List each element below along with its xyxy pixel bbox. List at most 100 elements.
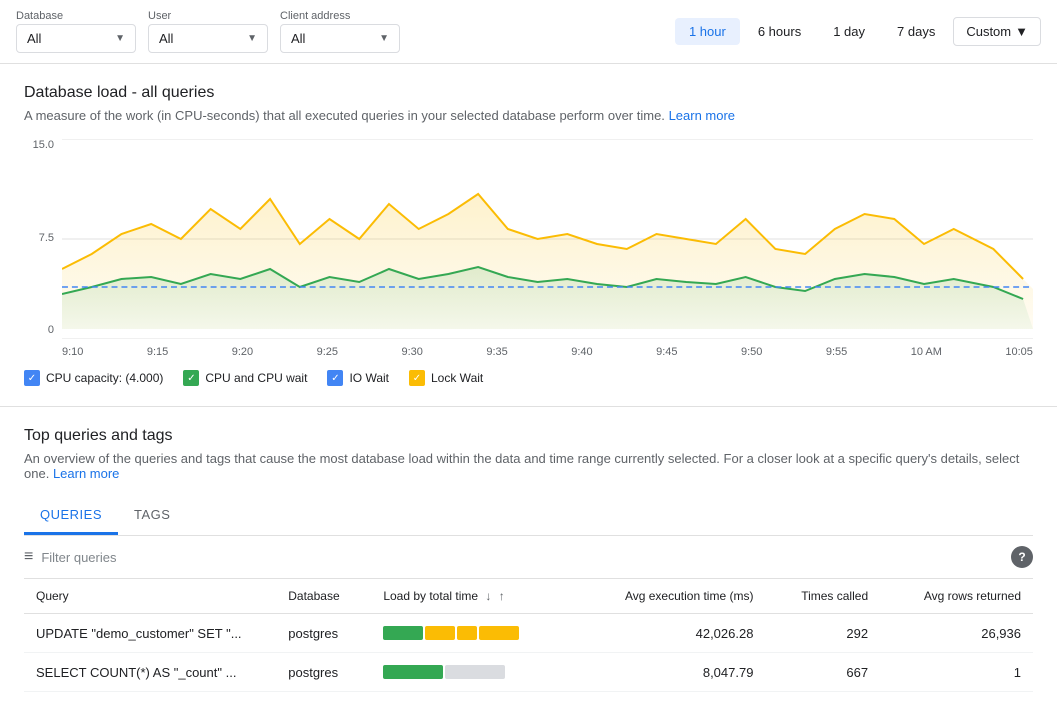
col-load: Load by total time ↓ ↑: [371, 579, 573, 614]
filter-lines-icon: ≡: [24, 548, 33, 566]
chart-svg: [62, 139, 1033, 339]
chart-section: Database load - all queries A measure of…: [0, 64, 1057, 407]
cell-avg-exec: 8,047.79: [573, 653, 765, 692]
user-chevron-icon: ▼: [247, 33, 257, 44]
client-value: All: [291, 31, 371, 46]
tab-queries[interactable]: QUERIES: [24, 497, 118, 535]
user-value: All: [159, 31, 239, 46]
x-label-5: 9:35: [486, 346, 507, 358]
checkmark-icon-4: ✓: [413, 373, 421, 384]
legend-cpu-wait-label: CPU and CPU wait: [205, 371, 307, 385]
cell-times-called: 667: [765, 653, 880, 692]
y-mid: 7.5: [24, 232, 54, 244]
checkmark-icon: ✓: [28, 373, 36, 384]
col-load-label: Load by total time: [383, 589, 478, 603]
legend-cpu-wait[interactable]: ✓ CPU and CPU wait: [183, 370, 307, 386]
x-label-2: 9:20: [232, 346, 253, 358]
client-filter: Client address All ▼: [280, 10, 400, 53]
database-label: Database: [16, 10, 136, 22]
chart-description: A measure of the work (in CPU-seconds) t…: [24, 108, 1033, 123]
legend-cpu-capacity-checkbox: ✓: [24, 370, 40, 386]
queries-description: An overview of the queries and tags that…: [24, 451, 1033, 481]
checkmark-icon-3: ✓: [331, 373, 339, 384]
custom-label: Custom: [966, 24, 1011, 39]
table-header-row: Query Database Load by total time ↓ ↑ Av…: [24, 579, 1033, 614]
queries-learn-more-link[interactable]: Learn more: [53, 466, 119, 481]
cell-query: SELECT COUNT(*) AS "_count" ...: [24, 653, 276, 692]
table-filter-bar: ≡ Filter queries ?: [24, 536, 1033, 579]
client-select[interactable]: All ▼: [280, 24, 400, 53]
sort-down-icon[interactable]: ↓: [485, 589, 491, 603]
chart-title: Database load - all queries: [24, 84, 1033, 102]
user-filter: User All ▼: [148, 10, 268, 53]
time-btn-1hour[interactable]: 1 hour: [675, 18, 740, 45]
tab-tags[interactable]: TAGS: [118, 497, 186, 535]
help-button[interactable]: ?: [1011, 546, 1033, 568]
time-btn-7days[interactable]: 7 days: [883, 18, 949, 45]
y-min: 0: [24, 324, 54, 336]
y-max: 15.0: [24, 139, 54, 151]
legend-cpu-wait-checkbox: ✓: [183, 370, 199, 386]
filter-queries-placeholder[interactable]: Filter queries: [41, 550, 116, 565]
x-label-9: 9:55: [826, 346, 847, 358]
cell-times-called: 292: [765, 614, 880, 653]
x-label-11: 10:05: [1005, 346, 1033, 358]
tabs-container: QUERIES TAGS: [24, 497, 1033, 536]
queries-section: Top queries and tags An overview of the …: [0, 407, 1057, 712]
legend-lock-wait-label: Lock Wait: [431, 371, 483, 385]
user-label: User: [148, 10, 268, 22]
x-label-7: 9:45: [656, 346, 677, 358]
col-database: Database: [276, 579, 371, 614]
x-label-3: 9:25: [317, 346, 338, 358]
col-times-called: Times called: [765, 579, 880, 614]
queries-table: Query Database Load by total time ↓ ↑ Av…: [24, 579, 1033, 692]
chart-area: 9:10 9:15 9:20 9:25 9:30 9:35 9:40 9:45 …: [62, 139, 1033, 358]
x-label-0: 9:10: [62, 346, 83, 358]
time-btn-6hours[interactable]: 6 hours: [744, 18, 815, 45]
x-label-8: 9:50: [741, 346, 762, 358]
cell-avg-exec: 42,026.28: [573, 614, 765, 653]
filter-bar: Database All ▼ User All ▼ Client address…: [0, 0, 1057, 64]
legend-io-wait-checkbox: ✓: [327, 370, 343, 386]
legend-io-wait[interactable]: ✓ IO Wait: [327, 370, 389, 386]
x-label-10: 10 AM: [911, 346, 942, 358]
col-avg-rows: Avg rows returned: [880, 579, 1033, 614]
x-label-4: 9:30: [402, 346, 423, 358]
legend-io-wait-label: IO Wait: [349, 371, 389, 385]
custom-time-button[interactable]: Custom ▼: [953, 17, 1041, 46]
database-value: All: [27, 31, 107, 46]
time-range-buttons: 1 hour 6 hours 1 day 7 days Custom ▼: [675, 17, 1041, 46]
chart-learn-more-link[interactable]: Learn more: [669, 108, 735, 123]
col-query: Query: [24, 579, 276, 614]
client-label: Client address: [280, 10, 400, 22]
table-row[interactable]: UPDATE "demo_customer" SET "...postgres 4…: [24, 614, 1033, 653]
filter-left: ≡ Filter queries: [24, 548, 116, 566]
col-avg-exec: Avg execution time (ms): [573, 579, 765, 614]
cell-database: postgres: [276, 653, 371, 692]
chart-wrapper: 15.0 7.5 0: [24, 139, 1033, 358]
custom-chevron-icon: ▼: [1015, 24, 1028, 39]
user-select[interactable]: All ▼: [148, 24, 268, 53]
x-label-6: 9:40: [571, 346, 592, 358]
cell-load-bars: [371, 653, 573, 692]
x-axis: 9:10 9:15 9:20 9:25 9:30 9:35 9:40 9:45 …: [62, 342, 1033, 358]
legend-cpu-capacity[interactable]: ✓ CPU capacity: (4.000): [24, 370, 163, 386]
legend-lock-wait-checkbox: ✓: [409, 370, 425, 386]
database-select[interactable]: All ▼: [16, 24, 136, 53]
x-label-1: 9:15: [147, 346, 168, 358]
cell-query: UPDATE "demo_customer" SET "...: [24, 614, 276, 653]
cell-avg-rows: 1: [880, 653, 1033, 692]
cell-load-bars: [371, 614, 573, 653]
legend-lock-wait[interactable]: ✓ Lock Wait: [409, 370, 483, 386]
time-btn-1day[interactable]: 1 day: [819, 18, 879, 45]
queries-desc-text: An overview of the queries and tags that…: [24, 451, 1019, 481]
client-chevron-icon: ▼: [379, 33, 389, 44]
chart-desc-text: A measure of the work (in CPU-seconds) t…: [24, 108, 665, 123]
chart-legend: ✓ CPU capacity: (4.000) ✓ CPU and CPU wa…: [24, 370, 1033, 386]
database-filter: Database All ▼: [16, 10, 136, 53]
cell-database: postgres: [276, 614, 371, 653]
checkmark-icon-2: ✓: [187, 373, 195, 384]
sort-up-icon[interactable]: ↑: [499, 589, 505, 603]
table-row[interactable]: SELECT COUNT(*) AS "_count" ...postgres 8…: [24, 653, 1033, 692]
queries-title: Top queries and tags: [24, 427, 1033, 445]
